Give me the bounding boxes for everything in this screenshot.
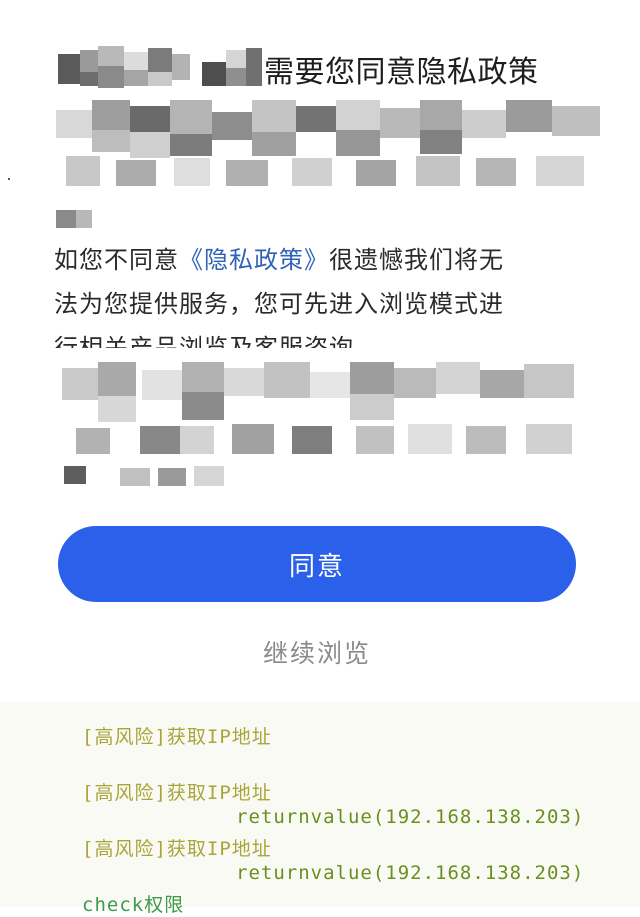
- agree-button[interactable]: 同意: [58, 526, 576, 602]
- redacted-app-name: [58, 46, 262, 92]
- notice-text-part: 很遗憾我们将无: [329, 246, 504, 274]
- privacy-dialog: 需要您同意隐私政策 如您不同意《隐私政策》很遗憾我们将无 法为您提供服务，您可先…: [0, 0, 640, 700]
- log-entry-return: returnvalue(192.168.138.203): [236, 862, 585, 884]
- continue-browsing-link[interactable]: 继续浏览: [0, 634, 634, 670]
- dialog-title-row: 需要您同意隐私政策: [58, 44, 539, 94]
- log-panel: [高风险]获取IP地址 [高风险]获取IP地址 returnvalue(192.…: [0, 702, 640, 916]
- privacy-notice-text: 如您不同意《隐私政策》很遗憾我们将无 法为您提供服务，您可先进入浏览模式进 行相…: [54, 238, 594, 348]
- log-entry-risk: [高风险]获取IP地址: [82, 726, 272, 748]
- log-entry-check: check权限: [82, 894, 185, 916]
- log-entry-risk: [高风险]获取IP地址: [82, 838, 272, 860]
- redacted-paragraph: [56, 362, 584, 492]
- dialog-title: 需要您同意隐私政策: [264, 55, 539, 90]
- notice-text-line: 法为您提供服务，您可先进入浏览模式进: [54, 290, 504, 318]
- log-entry-risk: [高风险]获取IP地址: [82, 782, 272, 804]
- notice-text-line: 行相关产品浏览及客服咨询。: [54, 334, 379, 348]
- privacy-policy-link[interactable]: 《隐私政策》: [179, 246, 329, 274]
- stray-mark: [8, 178, 10, 180]
- redacted-paragraph: [56, 100, 606, 228]
- notice-text-part: 如您不同意: [54, 246, 179, 274]
- log-entry-return: returnvalue(192.168.138.203): [236, 806, 585, 828]
